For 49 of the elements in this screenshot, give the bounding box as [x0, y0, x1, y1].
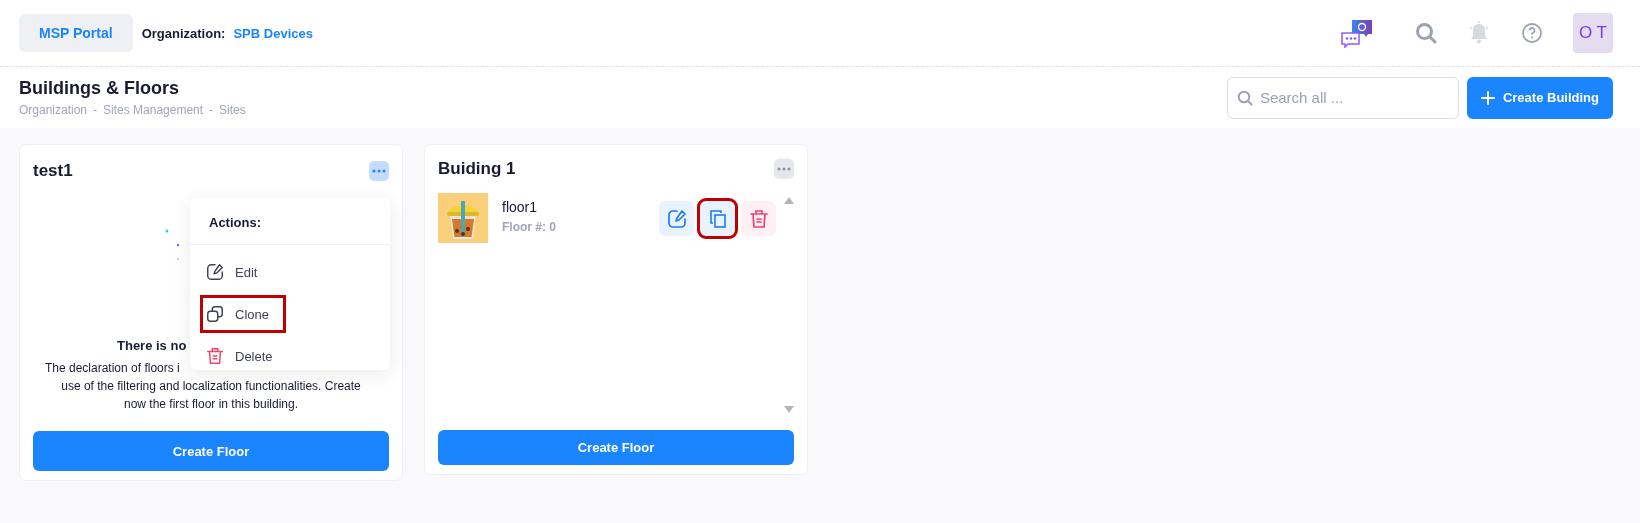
search-icon[interactable]	[1415, 22, 1437, 44]
empty-state-title: There is no	[117, 338, 188, 353]
plus-icon	[1480, 90, 1495, 105]
more-button[interactable]	[369, 161, 389, 181]
menu-item[interactable]: Delete	[200, 337, 290, 375]
organization-label: Organization:	[141, 25, 226, 41]
dots-drawing	[165, 229, 179, 261]
menu-item-label: Delete	[235, 348, 273, 364]
edit-button[interactable]	[659, 201, 694, 237]
scroll-down-icon[interactable]	[784, 406, 794, 414]
empty-state-text: The declaration of floors i	[45, 360, 180, 377]
delete-button[interactable]	[741, 201, 776, 237]
chat-icon[interactable]	[1340, 18, 1374, 48]
search-icon	[1236, 89, 1253, 106]
edit-icon	[205, 262, 225, 282]
empty-state-text: use of the filtering and localization functionalities. Create	[61, 378, 361, 395]
company-name-link[interactable]: SPB Devices	[233, 25, 313, 41]
menu-item-label: Edit	[235, 264, 258, 280]
floor-number: Floor #: 0	[502, 220, 557, 235]
menu-item[interactable]: Clone	[200, 295, 286, 333]
page-title: Buildings & Floors	[19, 78, 180, 99]
copy-icon	[205, 304, 225, 324]
breadcrumb-link[interactable]: Organization	[19, 103, 88, 117]
trash-icon	[205, 346, 225, 366]
portal-button[interactable]: MSP Portal	[19, 14, 133, 52]
empty-state-text: now the first floor in this building.	[123, 396, 299, 413]
breadcrumb-link[interactable]: Sites	[219, 103, 246, 117]
create-floor-button[interactable]: Create Floor	[438, 430, 794, 465]
dots-icon	[777, 167, 791, 171]
building-title: Buiding 1	[438, 159, 516, 179]
user-avatar[interactable]: O T	[1573, 13, 1613, 53]
dots-icon	[372, 169, 386, 173]
create-floor-button[interactable]: Create Floor	[33, 431, 389, 471]
menu-item[interactable]: Edit	[200, 253, 275, 291]
edit-icon	[665, 207, 688, 230]
create-building-button[interactable]: Create Building	[1466, 76, 1613, 119]
more-button[interactable]	[774, 159, 794, 179]
help-icon[interactable]	[1521, 22, 1543, 44]
menu-item-label: Clone	[235, 306, 269, 322]
menu-title: Actions:	[190, 198, 390, 245]
scroll-up-icon[interactable]	[784, 197, 794, 205]
breadcrumb-separator: -	[93, 103, 98, 117]
breadcrumb-link[interactable]: Sites Management	[103, 103, 204, 117]
clone-button[interactable]	[700, 201, 735, 237]
breadcrumb-separator: -	[209, 103, 214, 117]
trash-icon	[747, 207, 770, 230]
search-field[interactable]: Search all ...	[1226, 76, 1459, 119]
building-title: test1	[33, 161, 73, 181]
floor-name: floor1	[502, 199, 539, 216]
